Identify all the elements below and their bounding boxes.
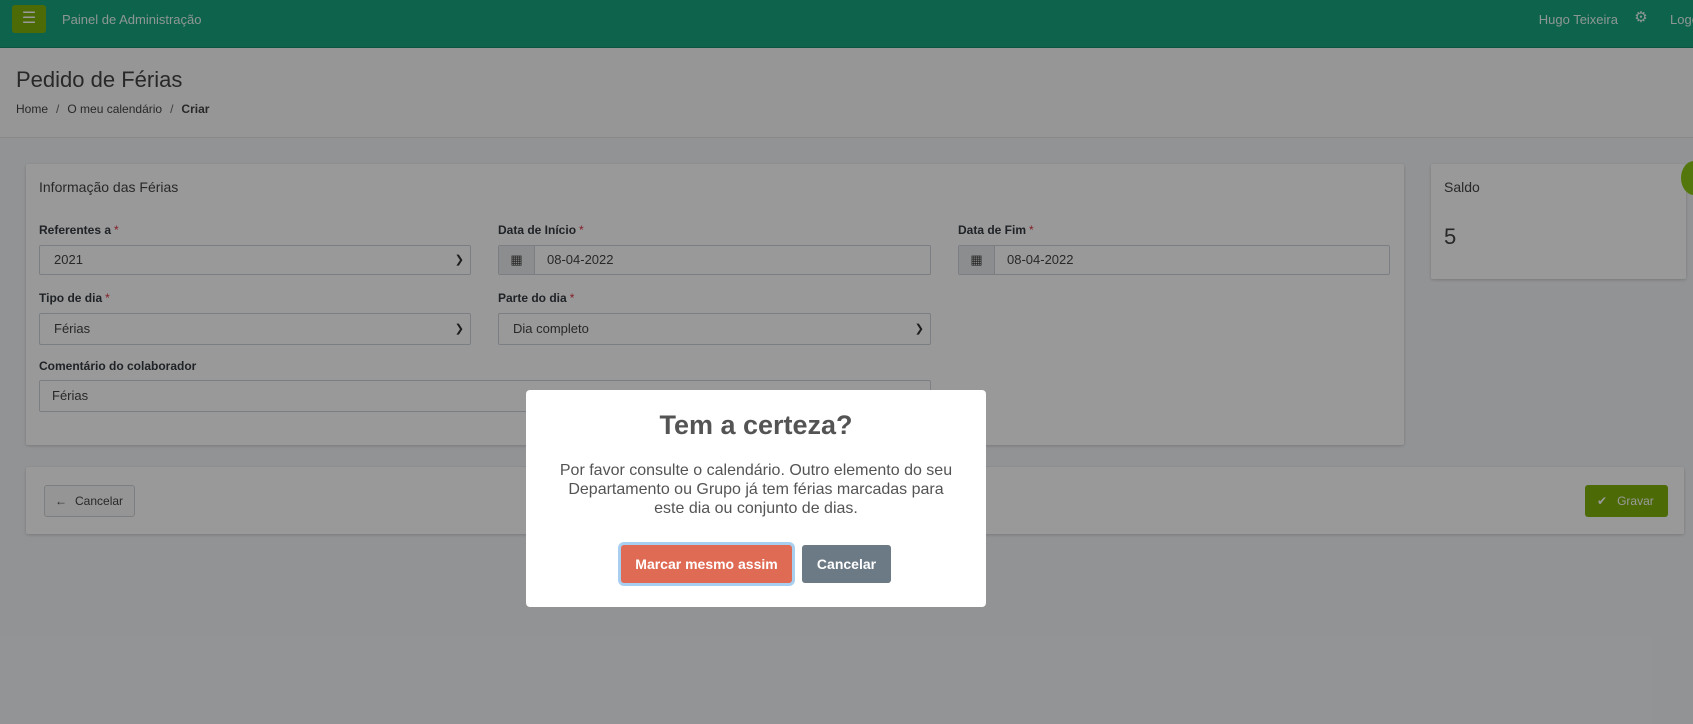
- dialog-message: Por favor consulte o calendário. Outro e…: [559, 462, 953, 517]
- dialog-cancel-button[interactable]: Cancelar: [802, 545, 891, 583]
- confirm-dialog: Tem a certeza? Por favor consulte o cale…: [526, 390, 986, 607]
- modal-overlay[interactable]: [0, 0, 1693, 724]
- dialog-title: Tem a certeza?: [659, 410, 853, 440]
- confirm-anyway-button[interactable]: Marcar mesmo assim: [621, 545, 792, 583]
